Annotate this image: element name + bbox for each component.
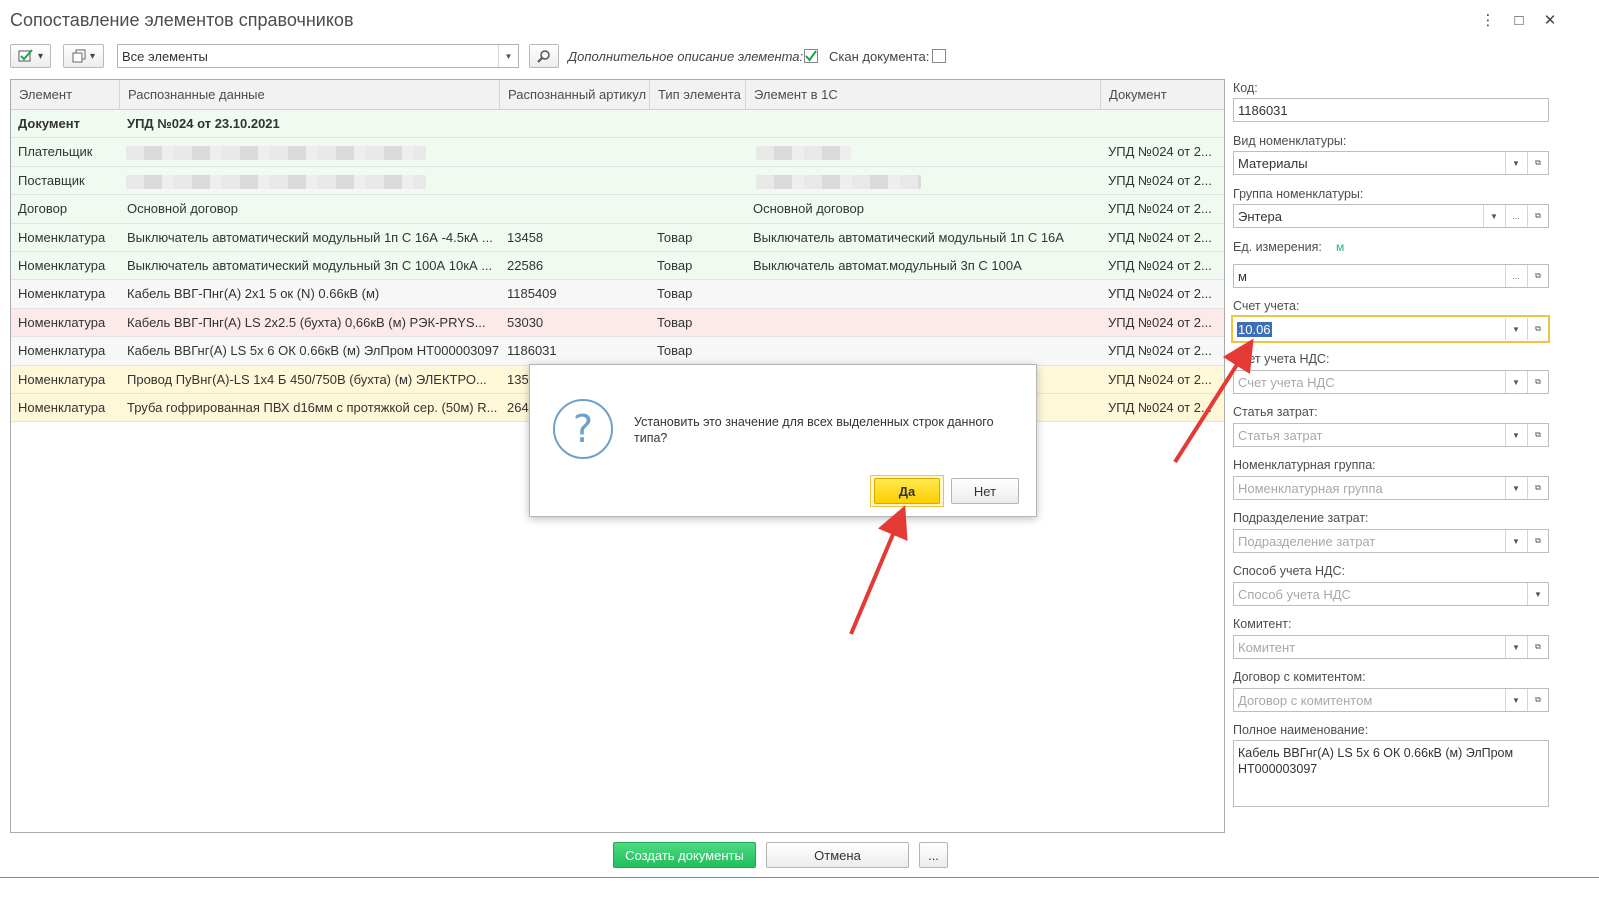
create-documents-button[interactable]: Создать документы [613, 842, 756, 868]
bottom-divider [0, 877, 1599, 878]
arrow-to-yes [849, 505, 908, 635]
cancel-button[interactable]: Отмена [766, 842, 909, 868]
arrow-to-account [1173, 338, 1254, 464]
more-button[interactable]: ... [919, 842, 948, 868]
annotation-arrows [849, 338, 1254, 635]
